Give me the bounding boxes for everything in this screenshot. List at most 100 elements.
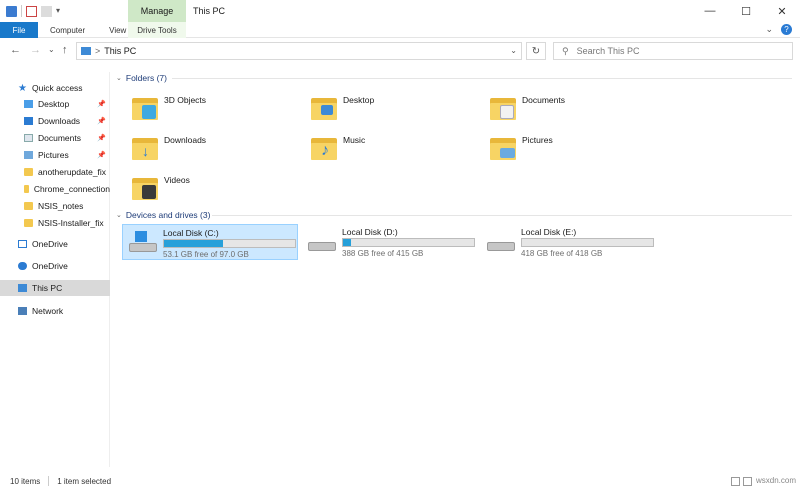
folder-icon [24, 185, 29, 193]
manage-tab[interactable]: Manage [128, 0, 186, 22]
tab-computer[interactable]: Computer [38, 22, 97, 38]
drive-free-space: 388 GB free of 415 GB [342, 249, 424, 258]
sidebar-item-network[interactable]: Network [0, 303, 110, 319]
navigation-pane: ★ Quick access Desktop 📌 Downloads 📌 Doc… [0, 72, 110, 467]
sidebar-item-quick-access[interactable]: ★ Quick access [0, 80, 110, 96]
navigation-bar: ← → ⌄ ↑ > This PC ⌄ ↻ ⚲ Search This PC [0, 40, 800, 62]
forward-button[interactable]: → [30, 44, 41, 56]
folder-label: Music [343, 135, 366, 145]
folders-group-header[interactable]: ⌄ Folders (7) [116, 73, 167, 83]
window-controls: — ☐ ✕ [692, 0, 800, 22]
sidebar-item-nsis-notes[interactable]: NSIS_notes [0, 198, 110, 214]
sidebar-item-nsis-installer-fix[interactable]: NSIS-Installer_fix [0, 215, 110, 231]
view-switcher [731, 476, 752, 486]
sidebar-item-onedrive-personal[interactable]: OneDrive [0, 236, 110, 252]
folder-documents[interactable]: Documents [488, 88, 658, 128]
item-count: 10 items [10, 476, 41, 486]
breadcrumb-this-pc[interactable]: This PC [104, 46, 136, 56]
sidebar-item-label: NSIS-Installer_fix [38, 218, 104, 228]
folder-downloads[interactable]: ↓ Downloads [130, 128, 300, 168]
large-icons-view-icon[interactable] [743, 476, 752, 486]
sidebar-item-label: Documents [38, 133, 81, 143]
drive-e[interactable]: Local Disk (E:) 418 GB free of 418 GB [481, 224, 657, 260]
group-divider [212, 215, 792, 216]
sidebar-item-label: NSIS_notes [38, 201, 84, 211]
refresh-button[interactable]: ↻ [526, 42, 546, 60]
hard-drive-icon [487, 234, 515, 254]
group-title: Devices and drives (3) [125, 210, 211, 220]
music-folder-icon: ♪ [309, 133, 339, 163]
expand-ribbon-icon[interactable]: ⌄ [765, 24, 773, 35]
back-button[interactable]: ← [10, 44, 21, 56]
sidebar-item-label: Quick access [32, 83, 83, 93]
qat-separator [21, 5, 22, 17]
search-box[interactable]: ⚲ Search This PC [553, 42, 793, 60]
sidebar-item-label: Desktop [38, 99, 70, 109]
details-view-icon[interactable] [731, 476, 740, 486]
drive-free-space: 418 GB free of 418 GB [521, 249, 603, 258]
windows-drive-icon [129, 231, 157, 255]
folder-videos[interactable]: Videos [130, 168, 300, 208]
close-button[interactable]: ✕ [764, 0, 800, 22]
help-icon[interactable]: ? [781, 24, 792, 35]
sidebar-item-anotherupdate-fix[interactable]: anotherupdate_fix [0, 164, 110, 180]
watermark: wsxdn.com [755, 476, 796, 485]
pictures-icon [24, 151, 33, 159]
tab-file[interactable]: File [0, 22, 38, 38]
this-pc-icon [81, 47, 91, 55]
content-pane: ⌄ Folders (7) 3D Objects Desktop Documen… [116, 64, 800, 468]
drive-label: Local Disk (C:) [163, 228, 219, 238]
minimize-button[interactable]: — [692, 0, 728, 22]
drive-d[interactable]: Local Disk (D:) 388 GB free of 415 GB [302, 224, 478, 260]
documents-icon [24, 134, 33, 142]
drive-usage-fill [343, 239, 351, 246]
new-folder-icon[interactable] [41, 5, 52, 17]
folder-pictures[interactable]: Pictures [488, 128, 658, 168]
sidebar-item-onedrive[interactable]: OneDrive [0, 258, 110, 274]
selection-count: 1 item selected [57, 476, 112, 486]
explorer-icon [6, 5, 17, 17]
folder-3d-objects[interactable]: 3D Objects [130, 88, 300, 128]
breadcrumb-separator: > [95, 46, 101, 56]
onedrive-icon [18, 240, 27, 248]
search-placeholder: Search This PC [576, 46, 640, 56]
drive-label: Local Disk (D:) [342, 227, 398, 237]
tab-drive-tools[interactable]: Drive Tools [128, 22, 186, 38]
drive-free-space: 53.1 GB free of 97.0 GB [163, 250, 249, 259]
drive-usage-bar [163, 239, 296, 248]
drive-usage-bar [342, 238, 475, 247]
sidebar-item-pictures[interactable]: Pictures 📌 [0, 147, 110, 163]
recent-locations-button[interactable]: ⌄ [48, 45, 55, 54]
drives-group-header[interactable]: ⌄ Devices and drives (3) [116, 210, 210, 220]
maximize-button[interactable]: ☐ [728, 0, 764, 22]
sidebar-item-label: anotherupdate_fix [38, 167, 107, 177]
desktop-folder-icon [309, 93, 339, 123]
title-bar: ▾ Manage This PC — ☐ ✕ [0, 0, 800, 22]
address-dropdown-icon[interactable]: ⌄ [510, 46, 517, 55]
hard-drive-icon [308, 234, 336, 254]
drive-c[interactable]: Local Disk (C:) 53.1 GB free of 97.0 GB [122, 224, 298, 260]
quick-access-toolbar: ▾ [6, 5, 64, 17]
sidebar-item-label: This PC [32, 283, 63, 293]
group-divider [172, 78, 792, 79]
sidebar-item-chrome-connection[interactable]: Chrome_connection [0, 181, 110, 197]
folder-music[interactable]: ♪ Music [309, 128, 479, 168]
ribbon-tabs: File Computer View Drive Tools [0, 22, 800, 38]
status-separator [48, 476, 50, 486]
folder-label: Downloads [164, 135, 207, 145]
address-bar[interactable]: > This PC ⌄ [76, 42, 522, 60]
up-button[interactable]: ↑ [62, 44, 68, 56]
sidebar-item-label: OneDrive [32, 239, 68, 249]
sidebar-item-this-pc[interactable]: This PC [0, 280, 110, 296]
sidebar-item-downloads[interactable]: Downloads 📌 [0, 113, 110, 129]
qat-customize-icon[interactable]: ▾ [56, 6, 64, 17]
folder-icon [24, 219, 33, 227]
sidebar-item-documents[interactable]: Documents 📌 [0, 130, 110, 146]
pin-icon: 📌 [97, 118, 106, 125]
pin-icon: 📌 [97, 101, 106, 108]
folder-desktop[interactable]: Desktop [309, 88, 479, 128]
sidebar-item-label: Chrome_connection [33, 184, 110, 194]
folder-label: Videos [164, 175, 190, 185]
sidebar-item-desktop[interactable]: Desktop 📌 [0, 96, 110, 112]
properties-icon[interactable] [26, 5, 37, 17]
